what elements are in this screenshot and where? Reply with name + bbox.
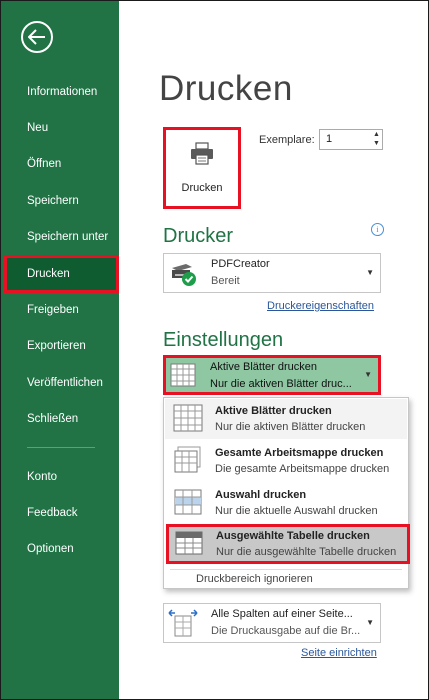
menu-item-subtitle: Nur die aktuelle Auswahl drucken [215, 505, 378, 517]
ignore-print-area-option[interactable]: Druckbereich ignorieren [196, 573, 313, 585]
printer-icon [191, 142, 213, 165]
sidebar-item-konto[interactable]: Konto [1, 459, 119, 495]
chevron-down-icon: ▼ [364, 370, 372, 379]
menu-item-title: Gesamte Arbeitsmappe drucken [215, 447, 384, 459]
print-button[interactable]: Drucken [163, 127, 241, 209]
chevron-down-icon: ▼ [366, 268, 374, 277]
sidebar-item-drucken[interactable]: Drucken [4, 255, 119, 293]
sidebar-item-oeffnen[interactable]: Öffnen [1, 146, 119, 182]
scaling-dropdown[interactable]: Alle Spalten auf einer Seite... Die Druc… [163, 603, 381, 643]
workbook-icon [174, 446, 201, 473]
printer-section-title: Drucker [163, 225, 234, 247]
menu-item-title: Ausgewählte Tabelle drucken [216, 530, 370, 542]
backstage-window: Informationen Neu Öffnen Speichern Speic… [0, 0, 429, 700]
active-sheets-icon [173, 404, 203, 432]
printer-ready-icon [172, 264, 196, 286]
print-pane: Drucken Drucken Exemplare: 1 ▲ ▼ Drucker… [119, 1, 428, 699]
sheet-grid-icon [170, 363, 196, 387]
info-icon[interactable]: i [371, 223, 384, 236]
menu-item-subtitle: Nur die ausgewählte Tabelle drucken [216, 546, 397, 558]
menu-item-subtitle: Nur die aktiven Blätter drucken [215, 421, 366, 433]
page-title: Drucken [159, 69, 293, 108]
selection-icon [174, 489, 202, 515]
settings-section-title: Einstellungen [163, 329, 284, 351]
sidebar-item-feedback[interactable]: Feedback [1, 495, 119, 531]
copies-stepper[interactable]: ▲ ▼ [371, 130, 382, 149]
menu-divider [170, 569, 402, 570]
copies-label: Exemplare: [259, 134, 315, 146]
print-scope-menu: Aktive Blätter drucken Nur die aktiven B… [163, 397, 410, 589]
sidebar-item-informationen[interactable]: Informationen [1, 74, 119, 110]
menu-item-title: Aktive Blätter drucken [215, 405, 332, 417]
sidebar-item-neu[interactable]: Neu [1, 110, 119, 146]
fit-columns-icon [168, 609, 198, 637]
printer-dropdown[interactable]: PDFCreator Bereit ▼ [163, 253, 381, 293]
chevron-down-icon: ▼ [366, 618, 374, 627]
sidebar-item-speichern[interactable]: Speichern [1, 183, 119, 219]
menu-item-active-sheets[interactable]: Aktive Blätter drucken Nur die aktiven B… [165, 399, 407, 439]
sidebar-divider [27, 447, 95, 448]
scope-title: Aktive Blätter drucken [210, 361, 317, 373]
menu-item-subtitle: Die gesamte Arbeitsmappe drucken [215, 463, 390, 475]
table-icon [175, 531, 203, 555]
sidebar-item-veroeffentlichen[interactable]: Veröffentlichen [1, 365, 119, 401]
page-setup-link[interactable]: Seite einrichten [301, 647, 377, 659]
menu-item-selected-table[interactable]: Ausgewählte Tabelle drucken Nur die ausg… [166, 524, 410, 564]
backstage-sidebar: Informationen Neu Öffnen Speichern Speic… [1, 1, 119, 699]
back-arrow-icon[interactable] [21, 21, 53, 53]
scaling-title: Alle Spalten auf einer Seite... [211, 608, 353, 620]
sidebar-item-speichern-unter[interactable]: Speichern unter [1, 219, 119, 255]
menu-item-selection[interactable]: Auswahl drucken Nur die aktuelle Auswahl… [165, 483, 407, 523]
spin-down-icon[interactable]: ▼ [371, 139, 382, 148]
menu-item-entire-workbook[interactable]: Gesamte Arbeitsmappe drucken Die gesamte… [165, 441, 407, 481]
scaling-subtitle: Die Druckausgabe auf die Br... [211, 625, 361, 637]
sidebar-item-optionen[interactable]: Optionen [1, 531, 119, 567]
menu-item-title: Auswahl drucken [215, 489, 307, 501]
printer-status: Bereit [211, 275, 240, 287]
scope-subtitle: Nur die aktiven Blätter druc... [210, 378, 352, 390]
printer-name: PDFCreator [211, 258, 270, 270]
sidebar-item-freigeben[interactable]: Freigeben [1, 292, 119, 328]
sidebar-item-exportieren[interactable]: Exportieren [1, 328, 119, 364]
print-scope-dropdown[interactable]: Aktive Blätter drucken Nur die aktiven B… [163, 355, 381, 395]
printer-properties-link[interactable]: Druckereigenschaften [267, 300, 374, 312]
print-button-label: Drucken [181, 182, 223, 194]
sidebar-item-schliessen[interactable]: Schließen [1, 401, 119, 437]
spin-up-icon[interactable]: ▲ [371, 130, 382, 139]
